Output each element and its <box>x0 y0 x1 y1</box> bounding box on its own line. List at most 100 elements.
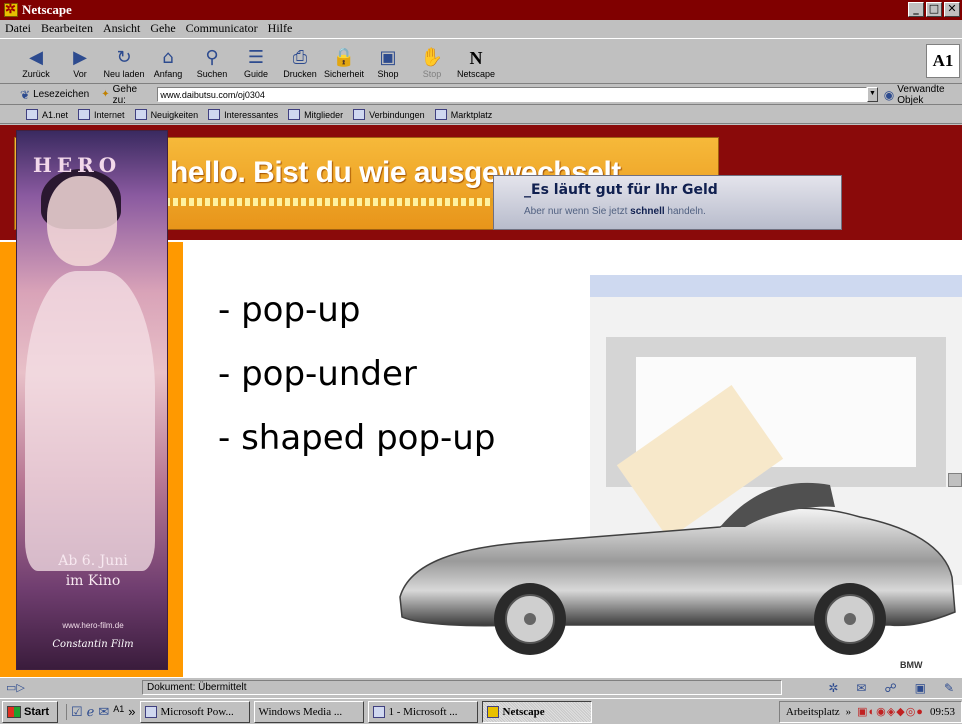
lock-icon: 🔒 <box>332 47 356 68</box>
stop-hand-icon: ✋ <box>420 47 444 68</box>
start-label: Start <box>24 705 50 718</box>
car-brand-logo: BMW <box>900 660 923 670</box>
a1-logo[interactable]: A1 <box>926 44 960 78</box>
a1-quicklaunch-icon[interactable]: A1 <box>113 704 124 720</box>
page-content: hello. Bist du wie ausgewechselt. _Es lä… <box>0 125 962 677</box>
home-button[interactable]: ⌂ Anfang <box>146 39 190 83</box>
bullet-popup: - pop-up <box>218 290 361 330</box>
word-icon <box>372 705 385 718</box>
personal-link-marktplatz[interactable]: Marktplatz <box>435 109 493 120</box>
status-bar: ▭▷ Dokument: Übermittelt ✲ ✉ ☍ ▣ ✎ <box>0 677 962 697</box>
netscape-task-icon <box>486 705 499 718</box>
netscape-label: Netscape <box>456 69 496 79</box>
menu-bearbeiten[interactable]: Bearbeiten <box>36 21 98 36</box>
personal-link-verbindungen[interactable]: Verbindungen <box>353 109 425 120</box>
windows-taskbar: Start ☑ ℯ ✉ A1 » Microsoft Pow... Window… <box>0 698 962 724</box>
menu-bar: Datei Bearbeiten Ansicht Gehe Communicat… <box>0 20 962 37</box>
navigation-toolbar: ◀ Zurück ▶ Vor ↻ Neu laden ⌂ Anfang ⚲ Su… <box>0 38 962 84</box>
outlook-icon[interactable]: ✉ <box>98 704 109 720</box>
ie-icon[interactable]: ℯ <box>87 704 95 720</box>
window-title-bar[interactable]: Netscape _ □ ✕ <box>0 0 962 20</box>
home-icon: ⌂ <box>162 47 174 68</box>
print-label: Drucken <box>283 69 317 79</box>
menu-ansicht[interactable]: Ansicht <box>98 21 145 36</box>
location-bar: ❦ Lesezeichen ✦ Gehe zu: ▼ ◉ Verwandte O… <box>0 83 962 106</box>
reload-button[interactable]: ↻ Neu laden <box>102 39 146 83</box>
geld-subtitle: Aber nur wenn Sie jetzt schnell handeln. <box>524 206 706 217</box>
personal-link-internet[interactable]: Internet <box>78 109 125 120</box>
component-mail-icon[interactable]: ✉ <box>856 681 866 695</box>
status-text: Dokument: Übermittelt <box>142 680 782 695</box>
home-label: Anfang <box>153 69 183 79</box>
forward-button[interactable]: ▶ Vor <box>58 39 102 83</box>
geld-popup-ad[interactable]: _Es läuft gut für Ihr Geld Aber nur wenn… <box>493 175 842 230</box>
related-icon: ◉ <box>883 87 895 102</box>
faded-popup-titlebar <box>590 275 962 297</box>
back-arrow-icon: ◀ <box>29 47 43 68</box>
status-component-icons: ✲ ✉ ☍ ▣ ✎ <box>828 681 954 695</box>
component-edit-icon[interactable]: ✎ <box>944 681 954 695</box>
back-button[interactable]: ◀ Zurück <box>14 39 58 83</box>
guide-button[interactable]: ☰ Guide <box>234 39 278 83</box>
personal-link-a1net[interactable]: A1.net <box>26 109 68 120</box>
bookmark-icon: ❦ <box>20 87 31 102</box>
task-microsoft-word[interactable]: 1 - Microsoft ... <box>367 700 478 723</box>
quick-launch: ☑ ℯ ✉ A1 » <box>66 703 136 720</box>
url-input[interactable] <box>157 87 868 102</box>
search-button[interactable]: ⚲ Suchen <box>190 39 234 83</box>
menu-gehe[interactable]: Gehe <box>145 21 180 36</box>
hero-face <box>47 176 117 266</box>
shop-button[interactable]: ▣ Shop <box>366 39 410 83</box>
personal-link-neuigkeiten[interactable]: Neuigkeiten <box>135 109 199 120</box>
component-composer-icon[interactable]: ▣ <box>915 681 926 695</box>
component-news-icon[interactable]: ☍ <box>884 681 896 695</box>
stop-label: Stop <box>422 69 442 79</box>
printer-icon: ⎙ <box>292 47 308 68</box>
search-icon: ⚲ <box>205 47 219 68</box>
netscape-button[interactable]: N Netscape <box>454 39 498 83</box>
stop-button[interactable]: ✋ Stop <box>410 39 454 83</box>
start-button[interactable]: Start <box>2 700 58 723</box>
security-button[interactable]: 🔒 Sicherheit <box>322 39 366 83</box>
task-windows-media[interactable]: Windows Media ... <box>253 700 364 723</box>
hero-robe-figure <box>25 271 155 571</box>
maximize-button[interactable]: □ <box>926 2 942 17</box>
menu-communicator[interactable]: Communicator <box>181 21 263 36</box>
url-dropdown-button[interactable]: ▼ <box>867 87 878 102</box>
print-button[interactable]: ⎙ Drucken <box>278 39 322 83</box>
desktop-icon[interactable]: ☑ <box>71 704 83 720</box>
more-quicklaunch-icon[interactable]: » <box>128 704 135 720</box>
menu-hilfe[interactable]: Hilfe <box>263 21 298 36</box>
forward-arrow-icon: ▶ <box>73 47 87 68</box>
personal-link-mitglieder[interactable]: Mitglieder <box>288 109 343 120</box>
personal-link-interessantes[interactable]: Interessantes <box>208 109 278 120</box>
goto-group: ✦ Gehe zu: <box>101 83 868 106</box>
hero-release-date: Ab 6. Juni im Kino <box>58 553 128 589</box>
tray-arbeitsplatz[interactable]: Arbeitsplatz <box>786 706 840 718</box>
window-title: Netscape <box>22 2 72 17</box>
task-netscape[interactable]: Netscape <box>481 700 592 723</box>
back-label: Zurück <box>22 69 50 79</box>
component-navigator-icon[interactable]: ✲ <box>828 681 838 695</box>
close-button[interactable]: ✕ <box>944 2 960 17</box>
system-tray: Arbeitsplatz » ▣◐◉◈◆◎● 09:53 <box>778 700 962 723</box>
personal-toolbar: A1.net Internet Neuigkeiten Interessante… <box>0 106 962 124</box>
forward-label: Vor <box>73 69 87 79</box>
tray-more-icon[interactable]: » <box>846 706 852 718</box>
goto-label: Gehe zu: <box>112 83 138 106</box>
netscape-n-icon: N <box>469 48 483 68</box>
menu-datei[interactable]: Datei <box>0 21 36 36</box>
related-label: Verwandte Objek <box>897 83 945 106</box>
page-proxy-icon[interactable]: ✦ <box>101 89 109 100</box>
tray-icons[interactable]: ▣◐◉◈◆◎● <box>857 705 924 718</box>
geld-title: _Es läuft gut für Ihr Geld <box>524 182 718 198</box>
related-objects-button[interactable]: ◉ Verwandte Objek <box>884 84 962 106</box>
task-microsoft-powerpoint[interactable]: Microsoft Pow... <box>139 700 250 723</box>
bookmarks-button[interactable]: ❦ Lesezeichen <box>20 88 89 102</box>
guide-label: Guide <box>243 69 269 79</box>
hero-title: HERO <box>33 153 122 177</box>
minimize-button[interactable]: _ <box>908 2 924 17</box>
hero-movie-ad[interactable]: HERO Ab 6. Juni im Kino www.hero-film.de… <box>16 130 168 670</box>
reload-label: Neu laden <box>103 69 145 79</box>
shaped-popup-car[interactable] <box>390 447 960 657</box>
